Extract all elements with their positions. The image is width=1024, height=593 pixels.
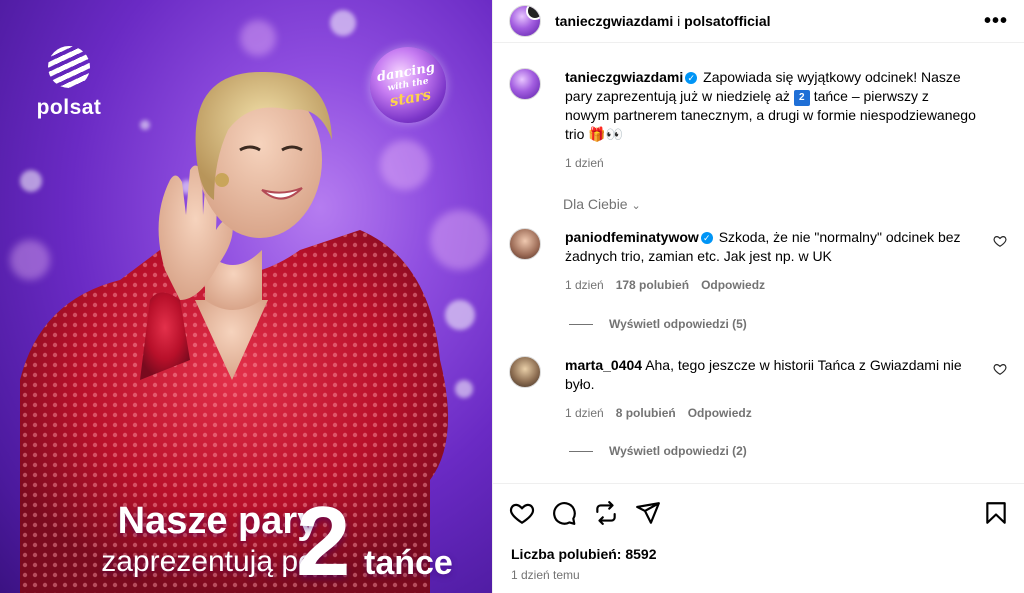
comment-username[interactable]: marta_0404 <box>565 357 642 373</box>
avatar[interactable] <box>509 228 541 260</box>
headline-end: tańce <box>364 544 453 582</box>
avatar[interactable] <box>509 356 541 388</box>
like-comment-heart-icon[interactable] <box>993 362 1007 376</box>
view-replies-button[interactable]: Wyświetl odpowiedzi (5) <box>569 317 747 331</box>
number-2-emoji-icon: 2 <box>793 90 810 106</box>
caption-time[interactable]: 1 dzień <box>565 156 604 170</box>
share-send-icon[interactable] <box>635 500 661 526</box>
post-caption: tanieczgwiazdami ✓ Zapowiada się wyjątkow… <box>509 68 1009 170</box>
more-options-button[interactable]: ••• <box>984 10 1008 33</box>
caption-username[interactable]: tanieczgwiazdami <box>565 69 683 85</box>
comment-text: marta_0404 Aha, tego jeszcze w historii … <box>565 356 977 394</box>
like-comment-heart-icon[interactable] <box>993 234 1007 248</box>
author-link-1[interactable]: tanieczgwiazdami <box>555 13 673 29</box>
comment-meta: 1 dzień 8 polubień Odpowiedz <box>565 406 1009 420</box>
like-heart-icon[interactable] <box>509 500 535 526</box>
comments-section[interactable]: tanieczgwiazdami ✓ Zapowiada się wyjątkow… <box>493 56 1024 482</box>
reply-divider <box>569 323 593 325</box>
comment-likes[interactable]: 178 polubień <box>616 278 689 292</box>
polsat-mark-icon <box>48 46 90 88</box>
comment-time[interactable]: 1 dzień <box>565 278 604 292</box>
avatar[interactable] <box>509 68 541 100</box>
post-timestamp[interactable]: 1 dzień temu <box>511 568 580 582</box>
polsat-logo: polsat <box>32 46 106 120</box>
repost-icon[interactable] <box>593 500 619 526</box>
avatar[interactable] <box>509 5 541 37</box>
author-separator: i <box>673 13 685 29</box>
view-replies-button[interactable]: Wyświetl odpowiedzi (2) <box>569 444 747 458</box>
post-authors: tanieczgwiazdami i polsatofficial <box>555 13 984 29</box>
headline-line1: Nasze pary <box>117 500 319 542</box>
comment-time[interactable]: 1 dzień <box>565 406 604 420</box>
comment-bubble-icon[interactable] <box>551 500 577 526</box>
comment-username[interactable]: paniodfeminatywow <box>565 229 699 245</box>
caption-meta: 1 dzień <box>565 156 1009 170</box>
reply-button[interactable]: Odpowiedz <box>701 278 765 292</box>
likes-count[interactable]: Liczba polubień: 8592 <box>511 546 656 562</box>
comment-meta: 1 dzień 178 polubień Odpowiedz <box>565 278 1009 292</box>
comments-sort-dropdown[interactable]: Dla Ciebie ⌄ <box>563 196 641 212</box>
comment-item: marta_0404 Aha, tego jeszcze w historii … <box>509 356 1009 420</box>
polsat-brand-text: polsat <box>36 96 102 119</box>
dancing-with-the-stars-logo: dancing with the stars <box>370 47 446 123</box>
chevron-down-icon: ⌄ <box>631 200 641 212</box>
reply-button[interactable]: Odpowiedz <box>688 406 752 420</box>
comment-item: paniodfeminatywow ✓ Szkoda, że nie "norma… <box>509 228 1009 292</box>
post-side-panel: tanieczgwiazdami i polsatofficial ••• ta… <box>492 0 1024 593</box>
comment-likes[interactable]: 8 polubień <box>616 406 676 420</box>
caption-text: tanieczgwiazdami ✓ Zapowiada się wyjątkow… <box>565 68 977 144</box>
post-header: tanieczgwiazdami i polsatofficial ••• <box>493 0 1024 43</box>
view-replies-label: Wyświetl odpowiedzi (5) <box>609 317 747 331</box>
post-image[interactable]: polsat dancing with the stars Nasze pary… <box>0 0 492 593</box>
view-replies-label: Wyświetl odpowiedzi (2) <box>609 444 747 458</box>
bookmark-icon[interactable] <box>983 500 1009 526</box>
action-icons <box>509 500 661 526</box>
post-actions: Liczba polubień: 8592 1 dzień temu <box>493 483 1024 593</box>
save-bookmark-button[interactable] <box>983 500 1009 529</box>
comment-text: paniodfeminatywow ✓ Szkoda, że nie "norma… <box>565 228 977 266</box>
verified-badge-icon: ✓ <box>685 72 698 84</box>
headline-number: 2 <box>296 486 351 593</box>
sort-label: Dla Ciebie <box>563 196 628 212</box>
author-link-2[interactable]: polsatofficial <box>684 13 770 29</box>
reply-divider <box>569 450 593 452</box>
verified-badge-icon: ✓ <box>700 232 713 244</box>
